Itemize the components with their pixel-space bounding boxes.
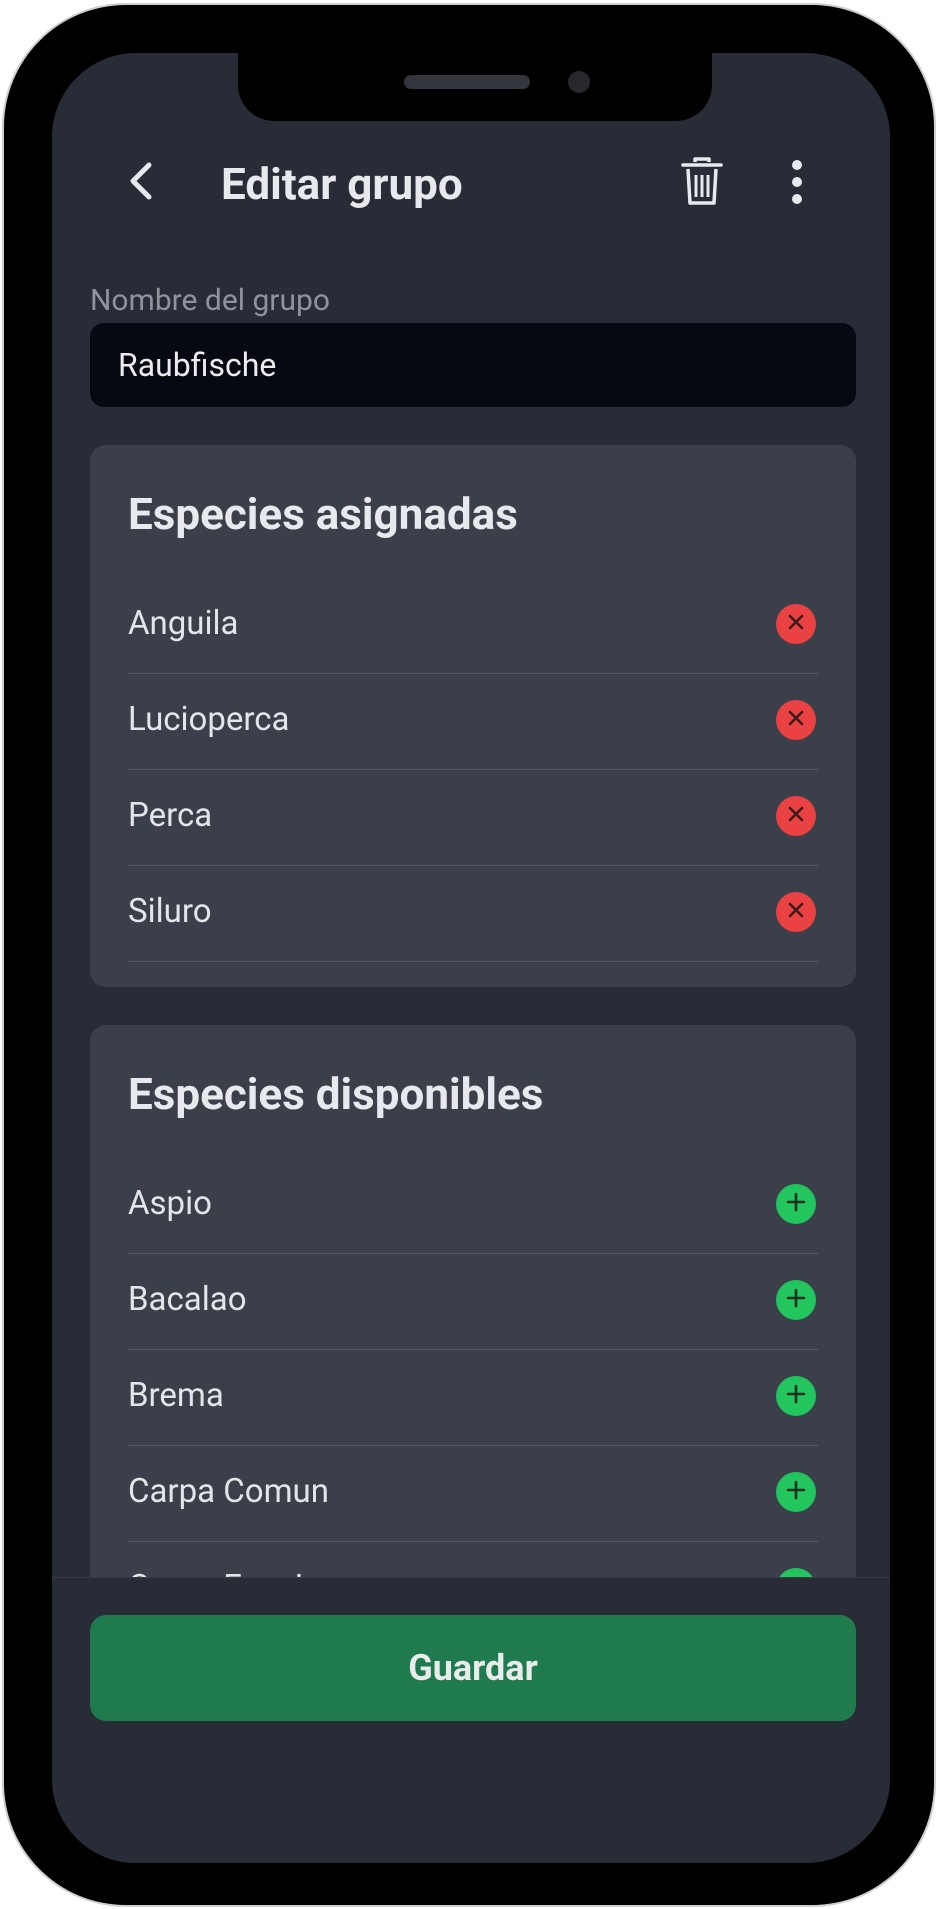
assigned-species-card: Especies asignadas Anguila Lucioperca Pe… <box>90 445 856 987</box>
app-header: Editar grupo <box>52 149 890 219</box>
delete-group-button[interactable] <box>672 153 732 215</box>
list-item: Perca <box>128 770 818 866</box>
save-button[interactable]: Guardar <box>90 1615 856 1721</box>
species-label: Anguila <box>128 604 239 643</box>
remove-icon <box>787 709 805 731</box>
available-species-title: Especies disponibles <box>128 1068 544 1120</box>
assigned-species-title: Especies asignadas <box>128 488 518 540</box>
list-item: Carpa Comun <box>128 1446 818 1542</box>
species-label: Perca <box>128 796 213 835</box>
species-label: Brema <box>128 1376 224 1415</box>
available-species-card: Especies disponibles Aspio Bacalao Brema… <box>90 1025 856 1625</box>
remove-species-button[interactable] <box>776 700 816 740</box>
remove-icon <box>787 901 805 923</box>
species-label: Siluro <box>128 892 212 931</box>
front-camera <box>568 71 590 93</box>
species-label: Carpa Comun <box>128 1472 329 1511</box>
page-title: Editar grupo <box>221 158 463 210</box>
add-icon <box>786 1192 806 1216</box>
phone-frame: Editar grupo Nombre del grupo Raubfische… <box>4 5 934 1905</box>
chevron-left-icon <box>123 157 157 209</box>
list-item: Aspio <box>128 1158 818 1254</box>
more-vertical-icon <box>790 158 804 210</box>
list-item: Lucioperca <box>128 674 818 770</box>
speaker-grille <box>404 75 530 89</box>
list-item: Siluro <box>128 866 818 962</box>
add-species-button[interactable] <box>776 1184 816 1224</box>
remove-species-button[interactable] <box>776 892 816 932</box>
trash-icon <box>680 157 724 211</box>
available-species-list: Aspio Bacalao Brema Carpa Comun <box>128 1158 818 1625</box>
bottom-action-bar: Guardar <box>52 1577 890 1863</box>
more-options-button[interactable] <box>777 153 817 215</box>
add-species-button[interactable] <box>776 1472 816 1512</box>
add-icon <box>786 1384 806 1408</box>
add-icon <box>786 1288 806 1312</box>
assigned-species-list: Anguila Lucioperca Perca Siluro <box>128 578 818 962</box>
add-icon <box>786 1480 806 1504</box>
list-item: Brema <box>128 1350 818 1446</box>
remove-icon <box>787 805 805 827</box>
add-species-button[interactable] <box>776 1376 816 1416</box>
add-species-button[interactable] <box>776 1280 816 1320</box>
remove-icon <box>787 613 805 635</box>
list-item: Anguila <box>128 578 818 674</box>
list-item: Bacalao <box>128 1254 818 1350</box>
back-button[interactable] <box>110 153 170 213</box>
species-label: Lucioperca <box>128 700 290 739</box>
species-label: Bacalao <box>128 1280 247 1319</box>
app-screen: Editar grupo Nombre del grupo Raubfische… <box>52 53 890 1863</box>
group-name-label: Nombre del grupo <box>90 283 330 318</box>
device-notch <box>238 53 712 121</box>
remove-species-button[interactable] <box>776 796 816 836</box>
remove-species-button[interactable] <box>776 604 816 644</box>
species-label: Aspio <box>128 1184 212 1223</box>
group-name-input[interactable] <box>90 323 856 407</box>
